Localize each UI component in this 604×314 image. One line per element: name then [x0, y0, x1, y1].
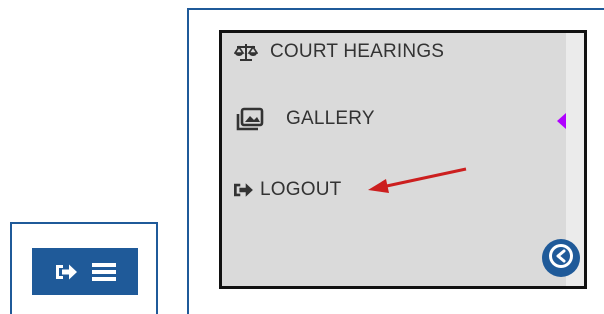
- menu-item-court-hearings[interactable]: COURT HEARINGS: [234, 41, 444, 63]
- menu-item-label: GALLERY: [286, 108, 375, 129]
- arrow-left-circle-icon: [546, 241, 576, 276]
- sidebar-menu: COURT HEARINGS GALLERY LOGOUT: [219, 30, 587, 289]
- gallery-icon: [236, 107, 264, 131]
- menu-item-label: COURT HEARINGS: [270, 41, 445, 62]
- logout-icon[interactable]: [54, 262, 78, 282]
- menu-item-gallery[interactable]: GALLERY: [236, 107, 375, 131]
- scales-icon: [234, 42, 258, 62]
- annotation-arrow-icon: [368, 167, 467, 193]
- toolbar-button-group[interactable]: [32, 248, 138, 295]
- menu-item-label: LOGOUT: [260, 179, 342, 200]
- active-caret-icon: [557, 113, 566, 129]
- collapse-sidebar-button[interactable]: [542, 239, 580, 277]
- menu-item-logout[interactable]: LOGOUT: [232, 179, 341, 201]
- hamburger-menu-icon[interactable]: [92, 262, 116, 282]
- toolbar-panel: [10, 222, 158, 314]
- logout-icon: [232, 181, 254, 199]
